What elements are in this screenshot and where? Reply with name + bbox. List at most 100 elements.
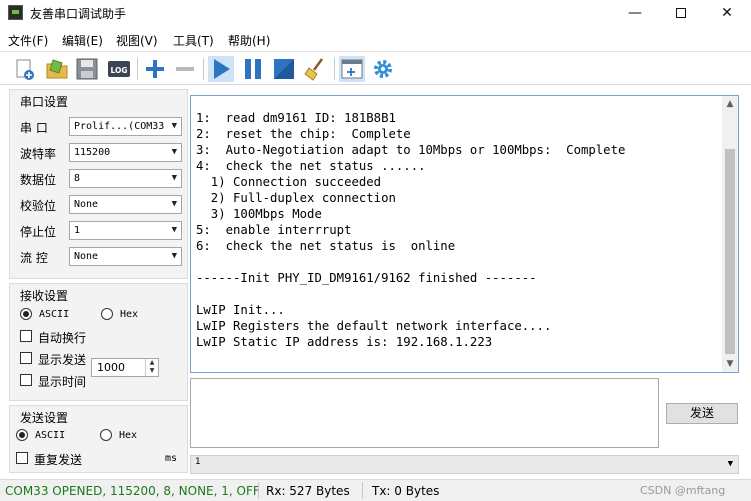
menu-edit[interactable]: 编辑(E) [62,32,103,49]
scroll-up-icon[interactable]: ▲ [722,96,738,112]
baud-select-value: 115200 [74,147,111,158]
flow-select[interactable]: None ▼ [69,247,182,266]
play-icon[interactable] [208,56,234,82]
repeat-interval-input[interactable]: 1000 ▲ ▼ [91,358,159,377]
port-status-text: COM33 OPENED, 115200, 8, NONE, 1, OFF [5,484,260,498]
chevron-down-icon: ▼ [727,459,733,469]
send-settings-group: 发送设置 ASCII Hex 重复发送 ms [9,405,188,473]
send-hex-radio[interactable] [100,429,112,441]
serial-settings-group: 串口设置 串 口 Prolif...(COM33 ▼ 波特率 115200 ▼ 数据… [9,89,188,279]
new-file-icon[interactable] [12,56,38,82]
menu-help[interactable]: 帮助(H) [228,32,270,49]
receive-log-line: 2: reset the chip: Complete [196,127,411,141]
status-bar: COM33 OPENED, 115200, 8, NONE, 1, OFF Rx… [0,479,751,501]
auto-wrap-checkbox[interactable] [20,330,32,342]
window-layout-icon[interactable] [339,56,365,82]
settings-gear-icon[interactable] [370,56,396,82]
baud-label: 波特率 [20,147,57,161]
port-select[interactable]: Prolif...(COM33 ▼ [69,117,182,136]
receive-log-line: ------Init PHY_ID_DM9161/9162 finished -… [196,271,537,285]
save-icon[interactable] [74,56,100,82]
show-time-label: 显示时间 [38,375,87,389]
menu-tools[interactable]: 工具(T) [173,32,214,49]
receive-text-area[interactable]: 1: read dm9161 ID: 181B8B1 2: reset the c… [190,95,739,373]
status-separator [362,482,363,499]
chevron-down-icon: ▼ [171,225,177,235]
flow-label: 流 控 [20,251,48,265]
stopbits-select-value: 1 [74,225,81,236]
show-send-label: 显示发送 [38,353,87,367]
databits-select-value: 8 [74,173,81,184]
app-icon [8,5,23,20]
pause-icon[interactable] [240,56,266,82]
receive-log-line: 5: enable interrrupt [196,223,352,237]
status-separator [258,482,259,499]
menu-view[interactable]: 视图(V) [116,32,158,49]
auto-wrap-label: 自动换行 [38,331,87,345]
receive-log-line [196,254,625,270]
stopbits-label: 停止位 [20,225,57,239]
show-send-checkbox[interactable] [20,352,32,364]
baud-select[interactable]: 115200 ▼ [69,143,182,162]
spinner-arrows-icon[interactable]: ▲ ▼ [145,359,158,376]
receive-hex-label: Hex [120,309,139,320]
receive-log-line: LwIP Static IP address is: 192.168.1.223 [196,335,493,349]
toolbar-separator [334,58,335,80]
menu-bar: 文件(F) 编辑(E) 视图(V) 工具(T) 帮助(H) [0,28,751,50]
port-label: 串 口 [20,121,48,135]
add-icon[interactable] [142,56,168,82]
scroll-down-icon[interactable]: ▼ [722,356,738,372]
stopbits-select[interactable]: 1 ▼ [69,221,182,240]
send-text-area[interactable] [190,378,659,448]
port-select-value: Prolif...(COM33 [74,121,165,132]
chevron-down-icon: ▼ [171,173,177,183]
receive-settings-group: 接收设置 ASCII Hex 自动换行 显示发送 显示时间 [9,283,188,401]
receive-log-line: LwIP Registers the default network inter… [196,319,552,333]
maximize-button[interactable] [658,0,704,26]
parity-select[interactable]: None ▼ [69,195,182,214]
tx-count: Tx: 0 Bytes [372,484,440,498]
interval-unit-label: ms [165,453,178,464]
parity-label: 校验位 [20,199,57,213]
chevron-down-icon: ▼ [171,121,177,131]
send-button[interactable]: 发送 [666,403,738,424]
receive-log-line: 2) Full-duplex connection [196,191,396,205]
receive-log-line: 1) Connection succeeded [196,175,382,189]
title-bar: 友善串口调试助手 — ✕ [0,0,751,26]
show-time-checkbox[interactable] [20,374,32,386]
close-button[interactable]: ✕ [704,0,750,26]
toolbar: LOG [0,51,751,85]
menu-file[interactable]: 文件(F) [8,32,48,49]
parity-select-value: None [74,199,99,210]
scroll-thumb[interactable] [725,149,735,354]
chevron-down-icon: ▼ [171,147,177,157]
remove-icon[interactable] [172,56,198,82]
toolbar-separator [137,58,138,80]
send-history-value: 1 [195,457,201,467]
databits-label: 数据位 [20,173,57,187]
minimize-button[interactable]: — [612,0,658,26]
send-hex-label: Hex [119,430,138,441]
window-title: 友善串口调试助手 [30,7,127,21]
receive-log-line: LwIP Init... [196,303,285,317]
databits-select[interactable]: 8 ▼ [69,169,182,188]
settings-panel: 串口设置 串 口 Prolif...(COM33 ▼ 波特率 115200 ▼ 数据… [6,89,188,476]
send-ascii-radio[interactable] [16,429,28,441]
receive-log-line: 3: Auto-Negotiation adapt to 10Mbps or 1… [196,143,626,157]
receive-hex-radio[interactable] [101,308,113,320]
chevron-down-icon: ▼ [171,251,177,261]
receive-ascii-radio[interactable] [20,308,32,320]
log-icon-label: LOG [110,66,127,75]
repeat-send-checkbox[interactable] [16,452,28,464]
log-icon[interactable]: LOG [106,56,132,82]
clear-broom-icon[interactable] [303,56,329,82]
receive-scrollbar[interactable]: ▲ ▼ [722,96,738,372]
rx-count: Rx: 527 Bytes [266,484,350,498]
chevron-down-icon: ▼ [171,199,177,209]
receive-settings-title: 接收设置 [20,289,69,303]
receive-log: 1: read dm9161 ID: 181B8B1 2: reset the c… [196,110,625,350]
send-history-select[interactable]: 1 ▼ [190,455,739,474]
stop-icon[interactable] [271,56,297,82]
serial-settings-title: 串口设置 [20,95,69,109]
open-folder-icon[interactable] [44,56,70,82]
